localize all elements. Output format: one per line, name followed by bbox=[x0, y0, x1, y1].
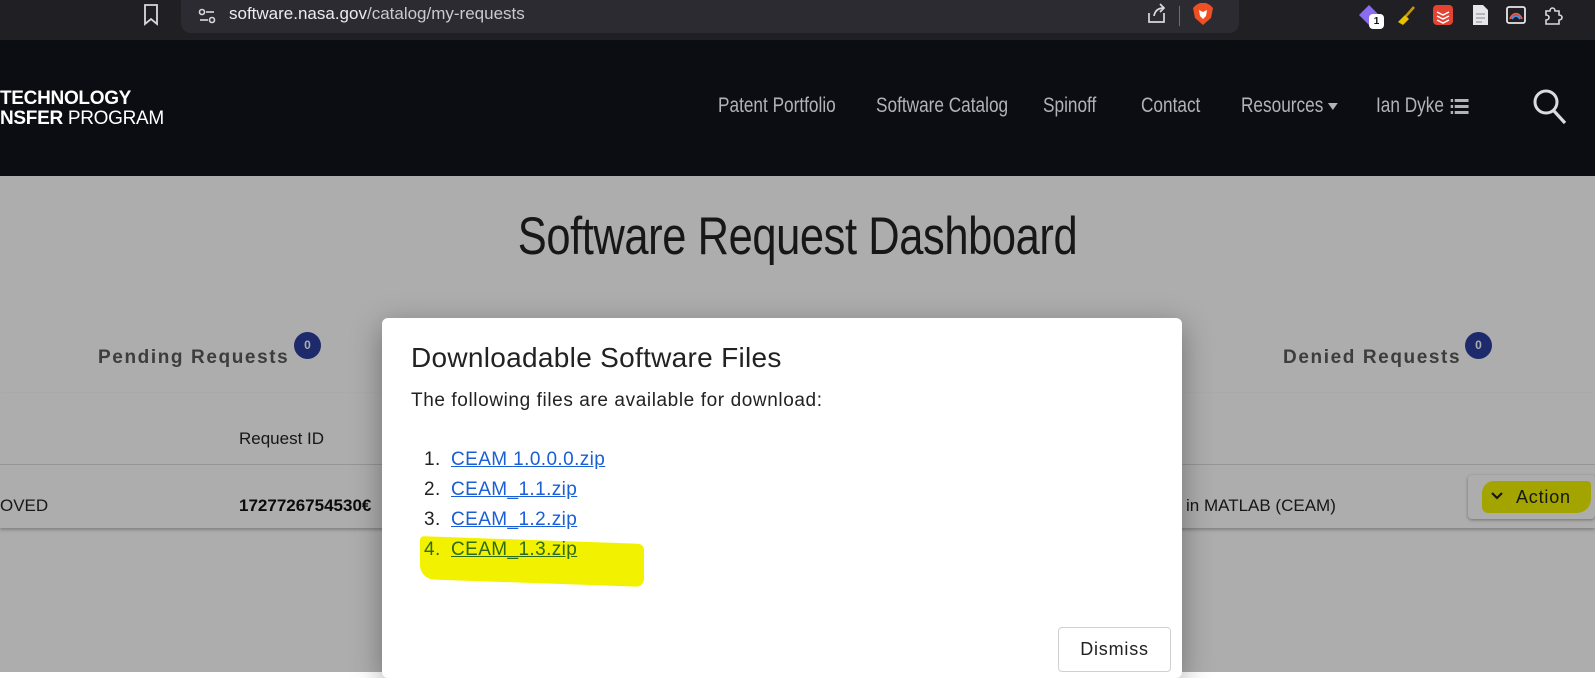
modal-title: Downloadable Software Files bbox=[411, 342, 782, 373]
share-icon[interactable] bbox=[1146, 3, 1168, 25]
extension-document-icon[interactable] bbox=[1469, 4, 1491, 26]
logo-line2: NSFER PROGRAM bbox=[0, 109, 164, 129]
extension-broom-icon[interactable] bbox=[1395, 4, 1417, 26]
file-number: 1. bbox=[424, 449, 441, 470]
nav-patent-portfolio[interactable]: Patent Portfolio bbox=[718, 94, 836, 118]
download-files-modal: Downloadable Software Files The followin… bbox=[382, 318, 1182, 678]
nav-resources[interactable]: Resources bbox=[1241, 94, 1339, 118]
extensions-puzzle-icon[interactable] bbox=[1542, 4, 1564, 26]
file-download-link[interactable]: CEAM_1.3.zip bbox=[451, 539, 577, 561]
modal-intro-text: The following files are available for do… bbox=[411, 390, 823, 411]
nav-spinoff[interactable]: Spinoff bbox=[1043, 94, 1096, 118]
list-icon bbox=[1450, 99, 1469, 115]
logo-line2-light: PROGRAM bbox=[62, 108, 164, 129]
address-bar[interactable]: software.nasa.gov/catalog/my-requests bbox=[181, 0, 1239, 33]
site-settings-icon[interactable] bbox=[197, 6, 217, 26]
logo-line1: ​TECHNOLOGY bbox=[0, 89, 164, 109]
logo-line2-bold: NSFER bbox=[0, 108, 63, 129]
url-path: /catalog/my-requests bbox=[366, 4, 525, 23]
nav-user-menu[interactable]: Ian Dyke bbox=[1376, 94, 1469, 118]
nav-user-name: Ian Dyke bbox=[1376, 94, 1444, 117]
file-number: 3. bbox=[424, 509, 441, 530]
extension-count-badge: 1 bbox=[1369, 14, 1384, 29]
extension-todoist-icon[interactable] bbox=[1432, 4, 1454, 26]
url-host: software.nasa.gov bbox=[229, 4, 367, 23]
logo-line1-text: TECHNOLOGY bbox=[0, 88, 132, 109]
address-divider bbox=[1179, 6, 1180, 26]
brave-shields-icon[interactable] bbox=[1192, 2, 1214, 26]
nav-software-catalog[interactable]: Software Catalog bbox=[876, 94, 1008, 118]
extension-window-icon[interactable] bbox=[1505, 4, 1527, 26]
dismiss-button[interactable]: Dismiss bbox=[1058, 627, 1171, 672]
site-logo[interactable]: ​TECHNOLOGY NSFER PROGRAM bbox=[0, 89, 164, 129]
caret-down-icon bbox=[1328, 102, 1339, 110]
site-header: ​TECHNOLOGY NSFER PROGRAM Patent Portfol… bbox=[0, 40, 1595, 176]
file-download-link[interactable]: CEAM_1.1.zip bbox=[451, 479, 577, 501]
file-number: 2. bbox=[424, 479, 441, 500]
file-number: 4. bbox=[424, 539, 441, 560]
file-download-link[interactable]: CEAM 1.0.0.0.zip bbox=[451, 449, 605, 471]
bookmark-icon[interactable] bbox=[143, 4, 159, 26]
browser-toolbar: software.nasa.gov/catalog/my-requests 1 bbox=[0, 0, 1595, 40]
url-text[interactable]: software.nasa.gov/catalog/my-requests bbox=[229, 4, 525, 24]
nav-resources-label: Resources bbox=[1241, 94, 1324, 117]
file-download-link[interactable]: CEAM_1.2.zip bbox=[451, 509, 577, 531]
nav-contact[interactable]: Contact bbox=[1141, 94, 1200, 118]
search-icon[interactable] bbox=[1532, 88, 1568, 126]
